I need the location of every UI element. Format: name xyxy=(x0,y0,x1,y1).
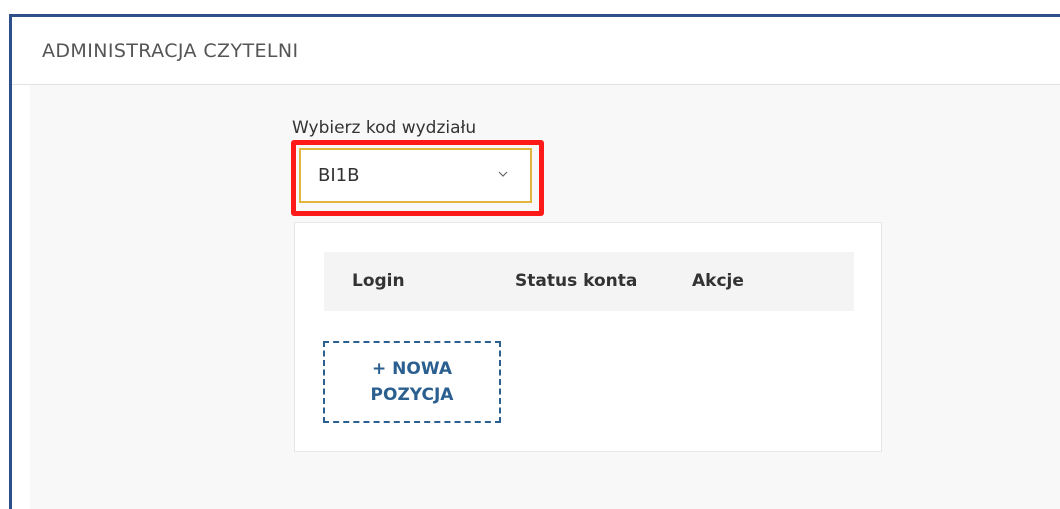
department-code-value: BI1B xyxy=(318,165,360,186)
panel-header: ADMINISTRACJA CZYTELNI xyxy=(12,17,1060,85)
add-new-item-label: + NOWA POZYCJA xyxy=(370,359,454,405)
department-select-label: Wybierz kod wydziału xyxy=(292,118,477,138)
column-header-account-status[interactable]: Status konta xyxy=(515,271,637,291)
department-code-select[interactable]: BI1B xyxy=(299,148,532,203)
chevron-down-icon xyxy=(498,171,508,177)
add-new-item-button[interactable]: + NOWA POZYCJA xyxy=(323,341,501,423)
page-title: ADMINISTRACJA CZYTELNI xyxy=(42,40,299,62)
table-header: Login Status konta Akcje xyxy=(324,252,854,311)
app-frame: ADMINISTRACJA CZYTELNI Wybierz kod wydzi… xyxy=(0,0,1060,509)
column-header-login[interactable]: Login xyxy=(352,271,405,291)
column-header-actions: Akcje xyxy=(692,271,744,291)
accounts-card: Login Status konta Akcje + NOWA POZYCJA xyxy=(294,222,882,452)
